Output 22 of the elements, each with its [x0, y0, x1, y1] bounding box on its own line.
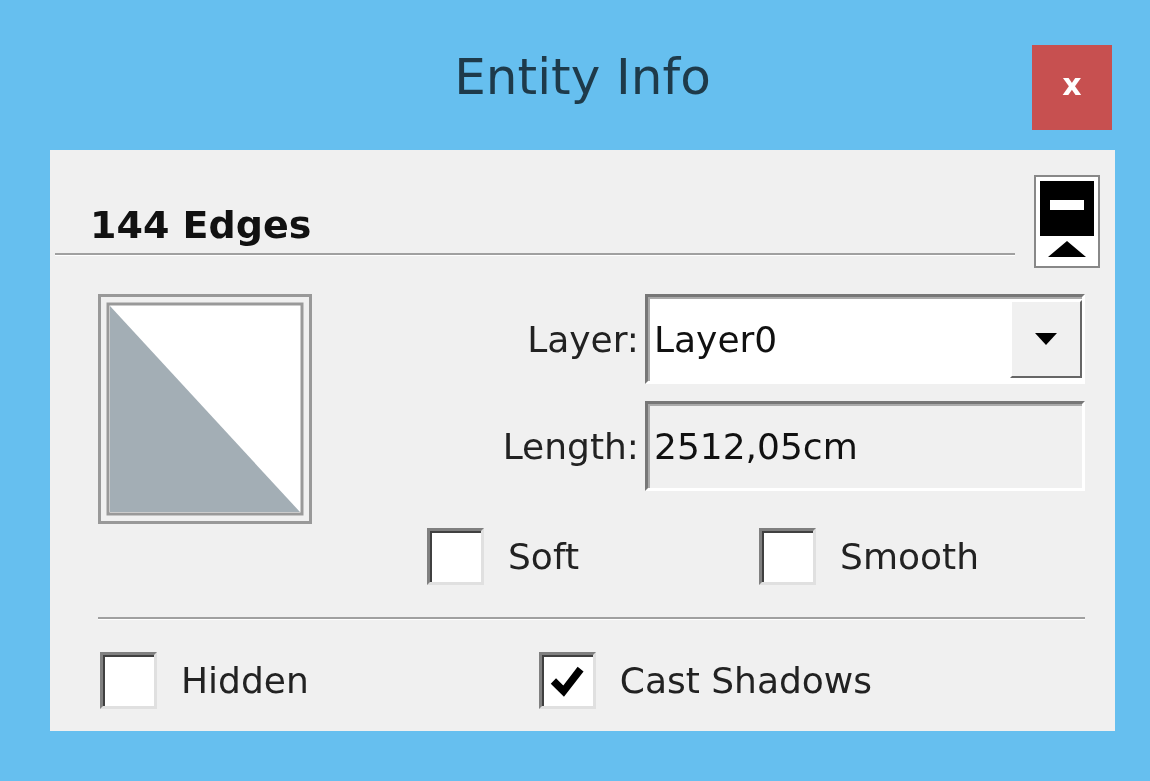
material-swatch[interactable] [98, 294, 312, 524]
checkbox-label: Cast Shadows [619, 660, 873, 701]
checkbox-label: Hidden [181, 660, 309, 701]
layer-dropdown[interactable]: Layer0 [645, 294, 1085, 384]
checkbox[interactable]: Smooth [759, 528, 979, 585]
checkbox-box[interactable] [427, 528, 484, 585]
window-title: Entity Info [454, 48, 711, 106]
checkbox-box[interactable] [759, 528, 817, 585]
dropdown-arrow-icon [1035, 333, 1057, 345]
checkbox[interactable]: Cast Shadows [538, 652, 873, 709]
checkbox[interactable]: Soft [427, 528, 580, 585]
checkbox-box[interactable] [538, 652, 596, 709]
checkbox-box[interactable] [100, 652, 157, 709]
checkbox[interactable]: Hidden [100, 652, 309, 709]
checkbox-label: Smooth [840, 536, 979, 577]
selection-title: 144 Edges [90, 203, 312, 249]
field-label: Length: [502, 425, 639, 467]
collapse-icon[interactable] [1034, 175, 1100, 268]
checkbox-label: Soft [508, 536, 580, 577]
close-button[interactable]: x [1032, 45, 1112, 130]
field-label: Layer: [527, 318, 639, 360]
length-field[interactable]: 2512,05cm [645, 401, 1085, 491]
